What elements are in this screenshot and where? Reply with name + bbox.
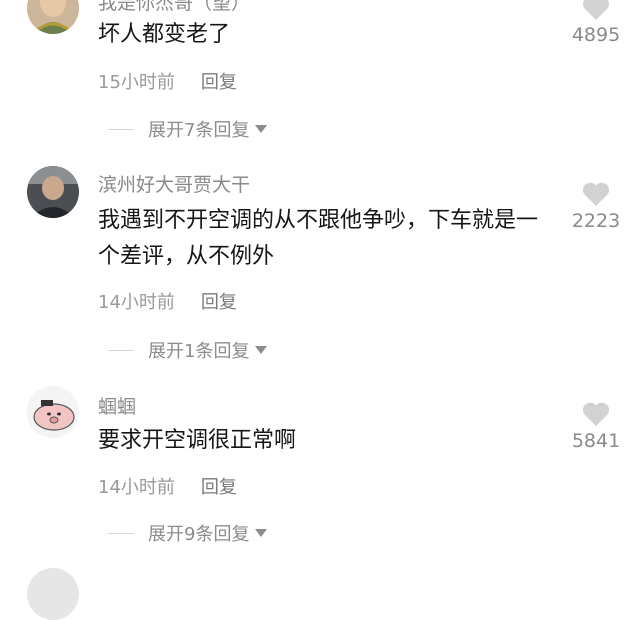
comment-text: 我遇到不开空调的从不跟他争吵，下车就是一个差评，从不例外 bbox=[98, 208, 539, 269]
expand-replies-label: 展开7条回复 bbox=[148, 120, 250, 141]
comment-username[interactable]: 蝈蝈 bbox=[98, 392, 136, 419]
chevron-down-icon bbox=[255, 529, 268, 537]
like-count: 2223 bbox=[571, 210, 621, 232]
divider-line bbox=[108, 128, 134, 130]
like-button[interactable]: 2223 bbox=[566, 180, 626, 232]
heart-icon bbox=[582, 402, 610, 426]
expand-replies-button[interactable]: 展开7条回复 bbox=[108, 116, 268, 142]
expand-replies-label: 展开1条回复 bbox=[148, 341, 250, 362]
chevron-down-icon bbox=[255, 125, 268, 133]
chevron-down-icon bbox=[255, 346, 268, 354]
comment-item: 滨州好大哥贾大干 我遇到不开空调的从不跟他争吵，下车就是一个差评，从不例外 14… bbox=[0, 160, 640, 370]
comment-username[interactable]: 我是你杰哥（望） bbox=[98, 0, 250, 15]
like-count: 4895 bbox=[571, 24, 621, 46]
avatar[interactable] bbox=[27, 386, 79, 438]
comment-text: 要求开空调很正常啊 bbox=[98, 428, 297, 453]
comment-time: 14小时前 bbox=[98, 477, 175, 498]
reply-button[interactable]: 回复 bbox=[201, 477, 237, 498]
like-count: 5841 bbox=[571, 430, 621, 452]
comment-meta: 14小时前 回复 bbox=[98, 288, 237, 314]
avatar[interactable] bbox=[27, 166, 79, 218]
expand-replies-label: 展开9条回复 bbox=[148, 524, 250, 545]
comment-meta: 14小时前 回复 bbox=[98, 473, 237, 499]
comment-time: 15小时前 bbox=[98, 72, 175, 93]
like-button[interactable]: 4895 bbox=[566, 0, 626, 46]
heart-icon bbox=[582, 182, 610, 206]
comment-username[interactable]: 滨州好大哥贾大干 bbox=[98, 170, 250, 197]
comment-meta: 15小时前 回复 bbox=[98, 68, 237, 94]
divider-line bbox=[108, 349, 134, 351]
comment-item: 蝈蝈 要求开空调很正常啊 14小时前 回复 展开9条回复 5841 bbox=[0, 383, 640, 563]
comment-item: 我是你杰哥（望） 坏人都变老了 15小时前 回复 展开7条回复 4895 bbox=[0, 0, 640, 150]
expand-replies-button[interactable]: 展开9条回复 bbox=[108, 520, 268, 546]
avatar[interactable] bbox=[27, 0, 79, 34]
comment-time: 14小时前 bbox=[98, 292, 175, 313]
reply-button[interactable]: 回复 bbox=[201, 292, 237, 313]
heart-icon bbox=[582, 0, 610, 20]
comment-text: 坏人都变老了 bbox=[98, 22, 231, 47]
reply-button[interactable]: 回复 bbox=[201, 72, 237, 93]
expand-replies-button[interactable]: 展开1条回复 bbox=[108, 337, 268, 363]
divider-line bbox=[108, 532, 134, 534]
like-button[interactable]: 5841 bbox=[566, 400, 626, 452]
